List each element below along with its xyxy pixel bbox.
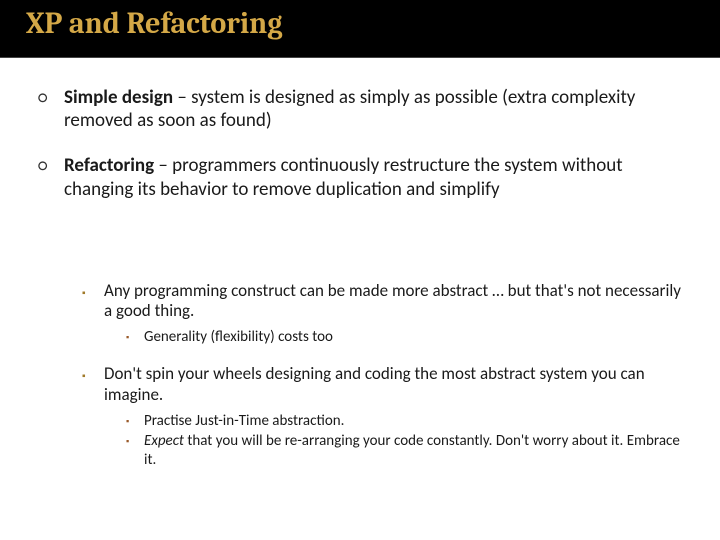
title-bar: XP and Refactoring <box>0 0 720 58</box>
bullet-body: Practise Just-in-Time abstraction. <box>144 412 682 430</box>
term: Simple design <box>64 86 173 109</box>
sub-bullets: ▪ Any programming construct can be made … <box>38 281 682 469</box>
slide-content: ○ Simple design – system is designed as … <box>0 58 720 469</box>
bullet-body: Refactoring – programmers continuously r… <box>64 154 682 200</box>
bullet-marker-lvl3: ▪ <box>126 328 144 346</box>
bullet-body: Don't spin your wheels designing and cod… <box>104 364 682 405</box>
bullet-marker-lvl2: ▪ <box>82 364 104 405</box>
bullet-body: Any programming construct can be made mo… <box>104 281 682 322</box>
sub-jit-abstraction: ▪ Practise Just-in-Time abstraction. <box>126 412 682 430</box>
bullet-marker: ○ <box>38 154 64 200</box>
sub-expect-rearrange: ▪ Expect that you will be re-arranging y… <box>126 432 682 469</box>
bullet-simple-design: ○ Simple design – system is designed as … <box>38 86 682 132</box>
sub-dont-spin-wheels: ▪ Don't spin your wheels designing and c… <box>82 364 682 405</box>
sub-abstract-construct: ▪ Any programming construct can be made … <box>82 281 682 322</box>
slide-title: XP and Refactoring <box>26 6 720 41</box>
emph: Expect <box>144 432 184 450</box>
lvl3-group: ▪ Generality (flexibility) costs too <box>82 328 682 346</box>
lvl3-group: ▪ Practise Just-in-Time abstraction. ▪ E… <box>82 412 682 469</box>
bullet-marker-lvl3: ▪ <box>126 412 144 430</box>
bullet-body: Expect that you will be re-arranging you… <box>144 432 682 469</box>
bullet-marker-lvl2: ▪ <box>82 281 104 322</box>
bullet-body: Simple design – system is designed as si… <box>64 86 682 132</box>
sub-generality-cost: ▪ Generality (flexibility) costs too <box>126 328 682 346</box>
bullet-refactoring: ○ Refactoring – programmers continuously… <box>38 154 682 200</box>
term: Refactoring <box>64 154 154 177</box>
bullet-marker-lvl3: ▪ <box>126 432 144 469</box>
bullet-body: Generality (flexibility) costs too <box>144 328 682 346</box>
rest: that you will be re-arranging your code … <box>144 432 680 468</box>
bullet-marker: ○ <box>38 86 64 132</box>
